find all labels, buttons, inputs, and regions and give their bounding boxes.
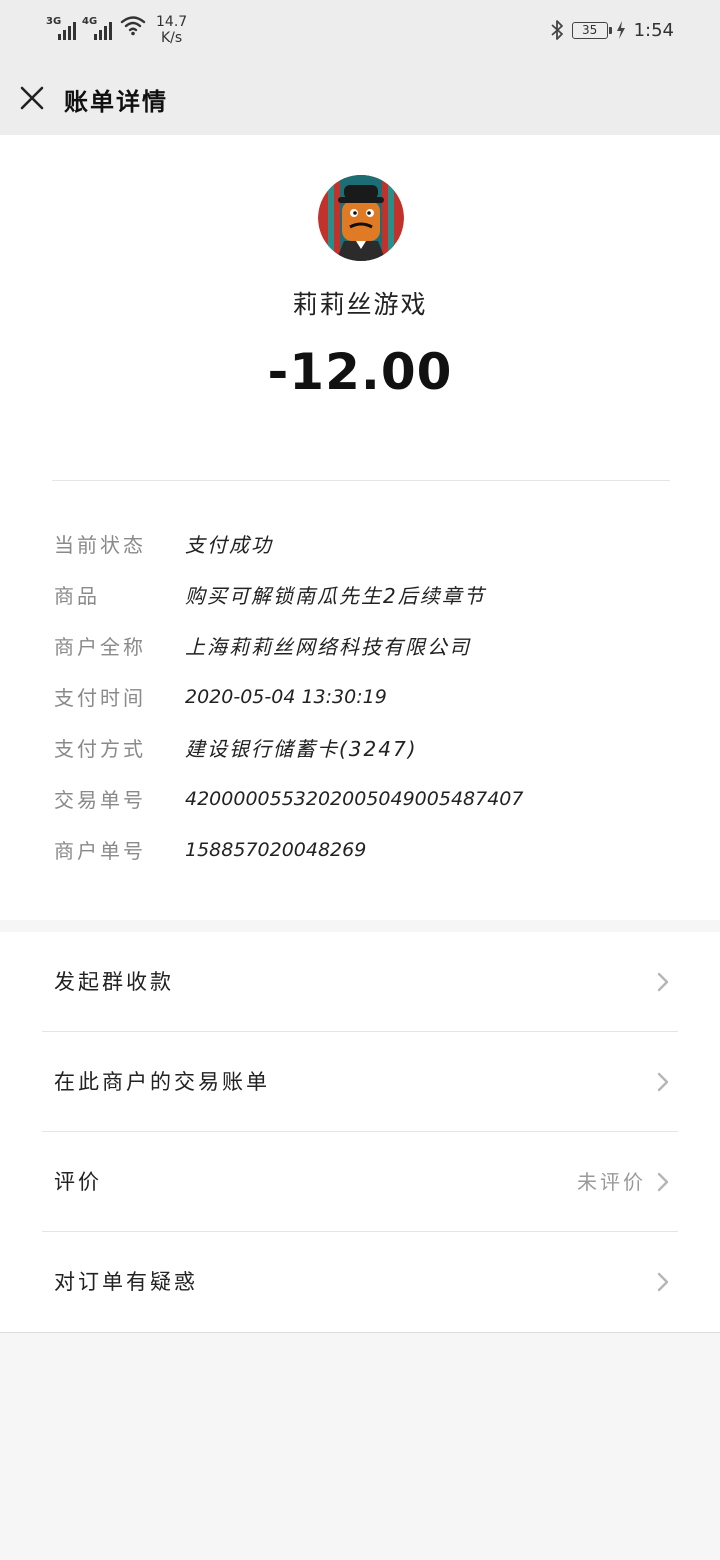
detail-label: 交易单号 [54,788,146,812]
actions-list: 发起群收款 在此商户的交易账单 评价 未评价 对订单有疑惑 [0,932,720,1332]
chevron-right-icon [657,1272,669,1292]
merchant-bills-item[interactable]: 在此商户的交易账单 [42,1032,678,1132]
detail-row-status: 当前状态 支付成功 [54,518,674,569]
status-bar-left: 3G 4G 14.7 K/s [46,14,187,46]
detail-value: 2020-05-04 13:30:19 [185,685,387,708]
detail-label: 商户单号 [54,839,146,863]
battery-icon: 35 [571,21,612,39]
network-type-label: 3G [46,16,62,27]
divider [0,1332,720,1333]
detail-value: 支付成功 [185,533,273,557]
detail-label: 商品 [54,584,100,608]
action-label: 发起群收款 [54,970,174,994]
action-label: 对订单有疑惑 [54,1270,198,1294]
chevron-right-icon [657,972,669,992]
bluetooth-icon [550,20,563,40]
bill-detail-card: 莉莉丝游戏 -12.00 当前状态 支付成功 商品 购买可解锁南瓜先生2后续章节… [0,135,720,920]
network-speed: 14.7 K/s [156,14,187,46]
detail-label: 支付方式 [54,737,146,761]
detail-label: 商户全称 [54,635,146,659]
network-speed-value: 14.7 [156,14,188,30]
battery-level: 35 [581,22,598,37]
detail-value[interactable]: 158857020048269 [185,839,366,861]
group-collection-item[interactable]: 发起群收款 [42,932,678,1032]
charging-icon [616,21,625,39]
details-list: 当前状态 支付成功 商品 购买可解锁南瓜先生2后续章节 商户全称 上海莉莉丝网络… [54,518,674,875]
page-title: 账单详情 [64,88,168,116]
status-bar-right: 35 1:54 [550,19,674,41]
order-question-item[interactable]: 对订单有疑惑 [42,1232,678,1332]
detail-row-transaction-id: 交易单号 4200000553202005049005487407 [54,773,674,824]
clock: 1:54 [633,19,674,41]
detail-row-merchant-full-name: 商户全称 上海莉莉丝网络科技有限公司 [54,620,674,671]
signal-3g: 3G [46,14,76,40]
signal-4g: 4G [82,14,112,40]
detail-row-merchant-order-id: 商户单号 158857020048269 [54,824,674,875]
detail-label: 当前状态 [54,533,146,557]
network-type-label: 4G [82,16,98,27]
detail-value[interactable]: 4200000553202005049005487407 [185,788,523,810]
detail-value: 上海莉莉丝网络科技有限公司 [185,635,471,659]
detail-row-product: 商品 购买可解锁南瓜先生2后续章节 [54,569,674,620]
network-speed-unit: K/s [160,30,183,46]
divider [52,480,670,481]
action-label: 在此商户的交易账单 [54,1070,270,1094]
detail-value: 购买可解锁南瓜先生2后续章节 [185,584,486,608]
chevron-right-icon [657,1172,669,1192]
nav-bar: 账单详情 [0,62,720,135]
detail-row-payment-time: 支付时间 2020-05-04 13:30:19 [54,671,674,722]
payment-amount: -12.00 [267,343,453,401]
merchant-avatar [318,175,404,261]
close-icon[interactable] [16,82,48,114]
chevron-right-icon [657,1072,669,1092]
review-status: 未评价 [577,1170,646,1194]
status-bar: 3G 4G 14.7 K/s 35 1:54 [0,0,720,62]
wifi-icon [120,16,146,36]
merchant-name: 莉莉丝游戏 [292,290,428,319]
detail-row-payment-method: 支付方式 建设银行储蓄卡(3247) [54,722,674,773]
action-label: 评价 [54,1170,102,1194]
review-item[interactable]: 评价 未评价 [42,1132,678,1232]
detail-label: 支付时间 [54,686,146,710]
detail-value: 建设银行储蓄卡(3247) [185,737,418,761]
